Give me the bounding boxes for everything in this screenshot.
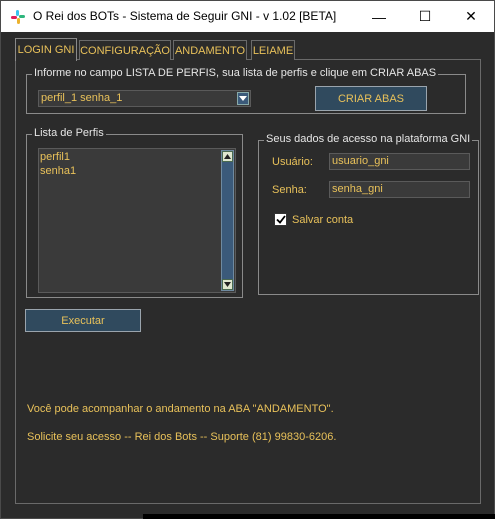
execute-button[interactable]: Executar bbox=[25, 309, 141, 332]
info-andamento-text: Você pode acompanhar o andamento na ABA … bbox=[27, 403, 334, 415]
tab-andamento[interactable]: ANDAMENTO bbox=[173, 40, 247, 60]
profiles-group-label: Informe no campo LISTA DE PERFIS, sua li… bbox=[32, 67, 439, 79]
minimize-icon: — bbox=[372, 8, 386, 25]
app-window: O Rei dos BOTs - Sistema de Seguir GNI -… bbox=[0, 0, 495, 519]
triangle-down-icon bbox=[224, 282, 231, 287]
tab-configuracao[interactable]: CONFIGURAÇÃO bbox=[79, 40, 171, 60]
check-icon bbox=[275, 215, 286, 224]
execute-button-label: Executar bbox=[61, 314, 105, 327]
scroll-down-button[interactable] bbox=[222, 279, 233, 290]
save-account-label[interactable]: Salvar conta bbox=[292, 214, 353, 226]
create-tabs-button-label: CRIAR ABAS bbox=[337, 92, 405, 105]
access-group-label: Seus dados de acesso na plataforma GNI bbox=[264, 133, 473, 145]
maximize-button[interactable]: ☐ bbox=[402, 1, 448, 32]
password-field[interactable]: senha_gni bbox=[329, 181, 470, 198]
close-icon: ✕ bbox=[465, 8, 477, 24]
app-icon bbox=[11, 10, 25, 24]
tab-label: LEIAME bbox=[252, 44, 294, 57]
save-account-checkbox[interactable] bbox=[274, 213, 287, 226]
list-line: perfil1 bbox=[40, 151, 70, 163]
close-button[interactable]: ✕ bbox=[448, 1, 494, 32]
triangle-up-icon bbox=[224, 154, 231, 159]
user-field[interactable]: usuario_gni bbox=[329, 153, 470, 170]
tab-label: CONFIGURAÇÃO bbox=[80, 44, 170, 57]
profile-combo[interactable]: perfil_1 senha_1 bbox=[38, 90, 251, 107]
tab-label: ANDAMENTO bbox=[174, 44, 246, 57]
tab-label: LOGIN GNI bbox=[17, 44, 75, 56]
profile-list-label: Lista de Perfis bbox=[32, 127, 106, 139]
scroll-up-button[interactable] bbox=[222, 151, 233, 162]
profile-list-textarea[interactable]: perfil1 senha1 bbox=[38, 148, 236, 293]
title-bar[interactable]: O Rei dos BOTs - Sistema de Seguir GNI -… bbox=[1, 1, 494, 32]
window-title: O Rei dos BOTs - Sistema de Seguir GNI -… bbox=[33, 9, 337, 23]
support-contact-text: Solicite seu acesso -- Rei dos Bots -- S… bbox=[27, 431, 337, 443]
tab-leiame[interactable]: LEIAME bbox=[251, 40, 295, 60]
vertical-scrollbar[interactable] bbox=[221, 150, 234, 291]
password-label: Senha: bbox=[272, 184, 307, 196]
user-label: Usuário: bbox=[272, 156, 313, 168]
create-tabs-button[interactable]: CRIAR ABAS bbox=[315, 86, 427, 111]
profile-combo-value: perfil_1 senha_1 bbox=[41, 92, 123, 104]
chevron-down-icon[interactable] bbox=[237, 92, 249, 105]
tab-login-gni[interactable]: LOGIN GNI bbox=[15, 38, 77, 61]
maximize-icon: ☐ bbox=[418, 8, 432, 24]
list-line: senha1 bbox=[40, 165, 77, 177]
taskbar-edge bbox=[143, 514, 495, 519]
minimize-button[interactable]: — bbox=[356, 1, 402, 32]
